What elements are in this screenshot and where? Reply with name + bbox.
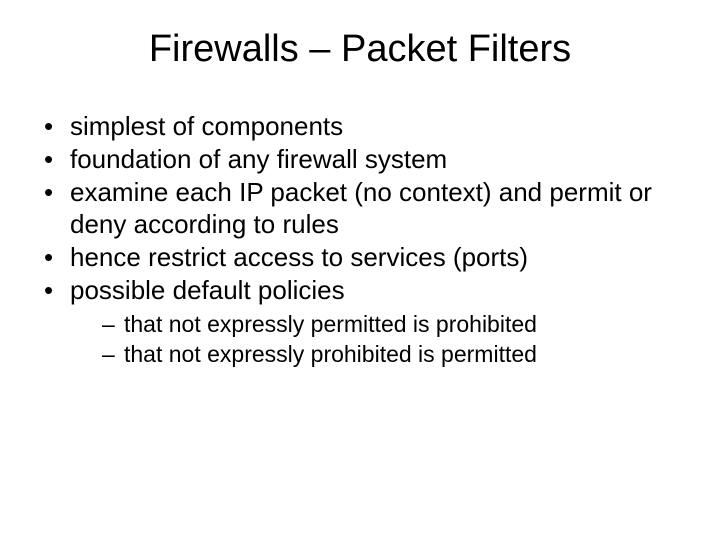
sub-list-item: that not expressly prohibited is permitt… <box>102 340 680 369</box>
bullet-text: simplest of components <box>70 111 343 141</box>
list-item: possible default policies that not expre… <box>40 275 680 369</box>
sub-bullet-text: that not expressly permitted is prohibit… <box>124 311 537 337</box>
sub-bullet-text: that not expressly prohibited is permitt… <box>124 341 537 367</box>
sub-bullet-list: that not expressly permitted is prohibit… <box>70 310 680 369</box>
slide-body: simplest of components foundation of any… <box>0 81 720 369</box>
bullet-text: foundation of any firewall system <box>70 144 447 174</box>
bullet-text: hence restrict access to services (ports… <box>70 242 528 272</box>
list-item: foundation of any firewall system <box>40 144 680 175</box>
slide: Firewalls – Packet Filters simplest of c… <box>0 0 720 540</box>
bullet-text: examine each IP packet (no context) and … <box>70 177 652 238</box>
bullet-list: simplest of components foundation of any… <box>40 111 680 369</box>
bullet-text: possible default policies <box>70 275 345 305</box>
slide-title: Firewalls – Packet Filters <box>0 0 720 81</box>
list-item: simplest of components <box>40 111 680 142</box>
list-item: examine each IP packet (no context) and … <box>40 177 680 239</box>
list-item: hence restrict access to services (ports… <box>40 242 680 273</box>
sub-list-item: that not expressly permitted is prohibit… <box>102 310 680 339</box>
